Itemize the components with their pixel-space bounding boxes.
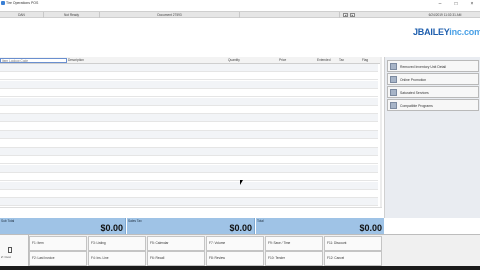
sales-tax-box: Sales Tax $0.00 [127, 218, 255, 234]
total-value: $0.00 [359, 223, 382, 233]
removed-inventory-button[interactable]: Removed Inventory Unit Detail [387, 60, 479, 72]
key-label: F1: Item [32, 241, 44, 245]
programs-icon [390, 102, 397, 109]
services-icon [390, 89, 397, 96]
table-row[interactable] [0, 72, 378, 81]
key-label: F12: Cancel [327, 256, 345, 260]
nav-next-button[interactable]: ▸ [350, 13, 355, 17]
customer-icon [8, 247, 12, 253]
f12-key[interactable]: F12: Cancel [324, 251, 382, 266]
table-row[interactable] [0, 97, 378, 106]
function-keys: Z: Cust F1: Item F3: Listing F5: Calenda… [0, 234, 480, 270]
subtotal-value: $0.00 [100, 223, 123, 233]
grid-scrollbar[interactable] [380, 57, 382, 207]
maximize-button[interactable]: □ [448, 0, 464, 8]
user-field: DAN [0, 12, 44, 18]
spacer [240, 12, 340, 18]
table-row[interactable] [0, 89, 378, 98]
table-row[interactable] [0, 106, 378, 114]
customer-key-label: Z: Cust [1, 255, 11, 259]
promotion-icon [390, 76, 397, 83]
key-label: F3: Listing [91, 241, 106, 245]
subtotal-box: Sub Total $0.00 [0, 218, 126, 234]
col-flag: Flag [362, 58, 369, 62]
close-button[interactable]: × [464, 0, 480, 8]
key-label: F6: Recall [150, 256, 165, 260]
f5-key[interactable]: F5: Calendar [147, 236, 205, 251]
grid-header: Description Quantity Price Extended Tax … [0, 57, 380, 64]
key-label: F11: Discount [327, 241, 347, 245]
item-lookup-input[interactable] [0, 58, 67, 63]
compatible-programs-button[interactable]: Compatible Programs [387, 99, 479, 111]
status-toolbar: DAN Not Ready Document 27593 ◂ ▸ 6/24/20… [0, 11, 480, 18]
total-box: Total $0.00 [256, 218, 384, 234]
key-label: F9: Save / Time [268, 241, 291, 245]
col-description: Description [68, 58, 84, 62]
key-label: F8: Review [209, 256, 225, 260]
table-row[interactable] [0, 131, 378, 140]
sales-tax-value: $0.00 [229, 223, 252, 233]
f10-key[interactable]: F10: Tender [265, 251, 323, 266]
grid-footer [0, 207, 382, 217]
document-field: Document 27593 [100, 12, 240, 18]
window-title: Tire Operations POS [6, 1, 39, 5]
table-row[interactable] [0, 190, 378, 198]
sales-tax-label: Sales Tax [128, 219, 142, 223]
totals-bar: Sub Total $0.00 Sales Tax $0.00 Total $0… [0, 218, 384, 234]
table-row[interactable] [0, 156, 378, 165]
button-label: Saturated Services [400, 91, 429, 95]
f9-key[interactable]: F9: Save / Time [265, 236, 323, 251]
title-bar: Tire Operations POS – □ × [0, 0, 480, 8]
f1-key[interactable]: F1: Item [29, 236, 87, 251]
f2-key[interactable]: F2: Last Invoice [29, 251, 87, 266]
table-row[interactable] [0, 164, 378, 173]
table-row[interactable] [0, 181, 378, 190]
line-items-grid: Description Quantity Price Extended Tax … [0, 57, 382, 207]
f4-key[interactable]: F4: Ins. Line [88, 251, 146, 266]
subtotal-label: Sub Total [1, 219, 15, 223]
inventory-icon [390, 63, 397, 70]
col-quantity: Quantity [228, 58, 240, 62]
table-row[interactable] [0, 122, 378, 131]
key-label: F2: Last Invoice [32, 256, 55, 260]
key-label: F10: Tender [268, 256, 285, 260]
table-row[interactable] [0, 80, 378, 89]
key-label: F7: Volume [209, 241, 226, 245]
col-extended: Extended [317, 58, 331, 62]
saturated-services-button[interactable]: Saturated Services [387, 86, 479, 98]
status-field: Not Ready [44, 12, 100, 18]
button-label: Removed Inventory Unit Detail [400, 65, 446, 69]
f3-key[interactable]: F3: Listing [88, 236, 146, 251]
table-row[interactable] [0, 173, 378, 182]
col-price: Price [279, 58, 287, 62]
datetime-field: 6/24/2019 11:02:31 AM [428, 13, 462, 17]
brand-logo: JBAILEYinc.com [413, 27, 480, 37]
app-icon [1, 1, 5, 5]
mouse-cursor-icon [240, 180, 243, 185]
table-row[interactable] [0, 64, 378, 72]
f6-key[interactable]: F6: Recall [147, 251, 205, 266]
key-label: F4: Ins. Line [91, 256, 109, 260]
button-label: Compatible Programs [400, 104, 433, 108]
f11-key[interactable]: F11: Discount [324, 236, 382, 251]
col-tax: Tax [339, 58, 344, 62]
online-promotion-button[interactable]: Online Promotion [387, 73, 479, 85]
key-label: F5: Calendar [150, 241, 169, 245]
minimize-button[interactable]: – [432, 0, 448, 8]
nav-prev-button[interactable]: ◂ [343, 13, 348, 17]
brand-main: JBAILEY [413, 27, 450, 37]
button-label: Online Promotion [400, 78, 427, 82]
customer-key[interactable]: Z: Cust [0, 235, 29, 267]
table-row[interactable] [0, 114, 378, 123]
brand-sub: inc.com [449, 27, 480, 37]
table-row[interactable] [0, 139, 378, 148]
f7-key[interactable]: F7: Volume [206, 236, 264, 251]
f8-key[interactable]: F8: Review [206, 251, 264, 266]
table-row[interactable] [0, 198, 378, 207]
taskbar-edge [0, 266, 480, 270]
total-label: Total [257, 219, 264, 223]
grid-rows [0, 64, 378, 207]
table-row[interactable] [0, 148, 378, 156]
right-action-panel: Removed Inventory Unit Detail Online Pro… [384, 57, 480, 218]
